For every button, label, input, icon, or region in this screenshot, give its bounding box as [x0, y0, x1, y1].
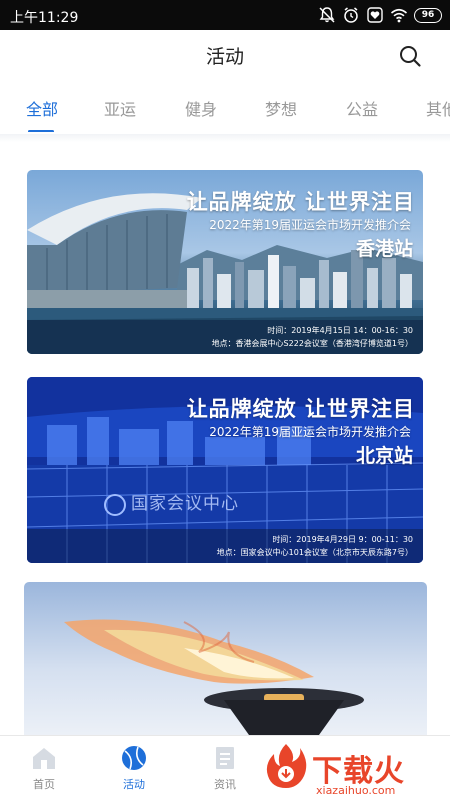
card-headline: 让品牌绽放 让世界注目 — [186, 190, 415, 214]
event-card-hongkong[interactable]: 让品牌绽放 让世界注目 2022年第19届亚运会市场开发推介会 香港站 时间：2… — [27, 170, 423, 354]
mute-icon — [319, 7, 335, 23]
search-icon[interactable] — [398, 44, 422, 68]
card-headline: 让品牌绽放 让世界注目 — [186, 397, 415, 421]
tab-dream[interactable]: 梦想 — [265, 96, 297, 120]
battery-icon: 96 — [414, 7, 442, 23]
card-subtitle: 2022年第19届亚运会市场开发推介会 — [209, 425, 411, 439]
page-title: 活动 — [205, 46, 244, 68]
tab-asian-games[interactable]: 亚运 — [104, 96, 136, 120]
event-card-beijing[interactable]: 让品牌绽放 让世界注目 2022年第19届亚运会市场开发推介会 北京站 国家会议… — [27, 377, 423, 563]
flame-logo-icon — [266, 744, 307, 788]
watermark-domain: xiazaihuo.com — [316, 784, 396, 797]
heart-icon — [367, 7, 383, 23]
tab-fitness[interactable]: 健身 — [185, 96, 217, 120]
nav-news[interactable]: 资讯 — [195, 744, 255, 792]
nav-label: 资讯 — [214, 778, 236, 791]
document-icon — [216, 747, 234, 769]
card-city: 北京站 — [355, 445, 413, 467]
active-tab-indicator — [28, 130, 54, 132]
tab-all[interactable]: 全部 — [26, 96, 58, 120]
wifi-icon — [390, 8, 408, 23]
nav-label: 首页 — [33, 778, 55, 791]
alarm-icon — [344, 7, 358, 23]
nav-activities[interactable]: 活动 — [104, 744, 164, 792]
tab-other[interactable]: 其他 — [426, 96, 450, 120]
card-venue: 地点：国家会议中心101会议室（北京市天辰东路7号） — [216, 548, 413, 557]
divider — [0, 134, 450, 142]
card-time: 时间：2019年4月15日 14：00-16：30 — [267, 326, 413, 335]
category-tabs: 全部 亚运 健身 梦想 公益 其他 — [0, 88, 450, 132]
nav-label: 活动 — [123, 778, 145, 791]
nav-home[interactable]: 首页 — [14, 744, 74, 792]
status-bar: 上午11:29 96 — [0, 0, 450, 30]
card-subtitle: 2022年第19届亚运会市场开发推介会 — [209, 218, 411, 232]
card-info-footer: 时间：2019年4月29日 9：00-11：30 地点：国家会议中心101会议室… — [27, 529, 423, 563]
tab-charity[interactable]: 公益 — [346, 96, 378, 120]
card-city: 香港站 — [355, 238, 413, 260]
torch-flame-image — [64, 619, 364, 742]
header: 活动 — [0, 30, 450, 80]
watermark: 下载火 xiazaihuo.com — [258, 740, 448, 800]
card-time: 时间：2019年4月29日 9：00-11：30 — [272, 535, 413, 544]
event-card-torch[interactable] — [24, 582, 427, 742]
status-time: 上午11:29 — [10, 10, 79, 26]
card-info-footer: 时间：2019年4月15日 14：00-16：30 地点：香港会展中心S222会… — [27, 320, 423, 354]
building-sign: 国家会议中心 — [131, 494, 239, 514]
card-venue: 地点：香港会展中心S222会议室（香港湾仔博览道1号） — [211, 339, 413, 348]
home-icon — [33, 748, 55, 769]
status-icons: 96 — [318, 5, 442, 25]
ball-icon — [122, 746, 146, 770]
